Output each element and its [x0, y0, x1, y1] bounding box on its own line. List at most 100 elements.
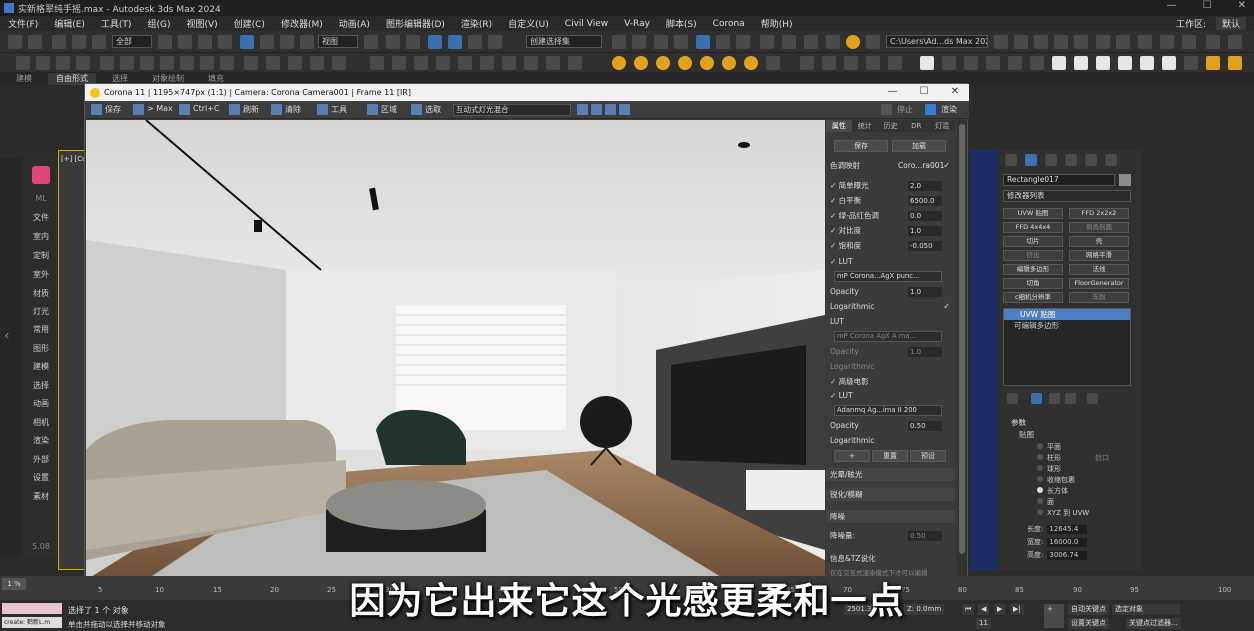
mapping-planar-radio[interactable]: 平面: [1037, 442, 1061, 452]
green-magenta-input[interactable]: 0.0: [908, 211, 942, 221]
contrast-label[interactable]: ✓ 对比度: [830, 226, 861, 235]
info-section[interactable]: 信息&TZ说化: [826, 552, 955, 565]
lut3-label[interactable]: ✓ LUT: [830, 391, 853, 400]
ffd-2x2x2-button[interactable]: FFD 2x2x2: [1069, 208, 1129, 219]
mirror-icon[interactable]: [612, 35, 626, 49]
length-input[interactable]: 12645.4: [1047, 525, 1088, 534]
slice-button[interactable]: 切片: [1003, 236, 1063, 247]
home-icon[interactable]: [1096, 56, 1110, 70]
save-preset-button[interactable]: 保存: [834, 140, 888, 152]
exposure-label[interactable]: ✓ 简单曝光: [830, 181, 869, 190]
arrow-icon[interactable]: [1030, 56, 1044, 70]
tool-j-icon[interactable]: [200, 56, 214, 70]
tools-icon[interactable]: [317, 104, 328, 115]
rect-selection-icon[interactable]: [198, 35, 212, 49]
project-folder-icon[interactable]: [994, 35, 1008, 49]
denoise-amount-input[interactable]: 0.50: [908, 531, 942, 541]
teapot-icon[interactable]: [822, 56, 836, 70]
percent-snap-icon[interactable]: [468, 35, 482, 49]
corona-camera-icon[interactable]: [766, 56, 780, 70]
close-icon[interactable]: ✕: [1238, 0, 1246, 11]
tool-w-icon[interactable]: [502, 56, 516, 70]
tool-k-icon[interactable]: [220, 56, 234, 70]
refresh-button[interactable]: 刷新: [243, 104, 259, 115]
film-label[interactable]: ✓ 高级电影: [830, 377, 869, 386]
pivot-icon[interactable]: [364, 35, 378, 49]
reference-coord-dropdown[interactable]: 视图: [318, 35, 358, 48]
save-icon[interactable]: [91, 104, 102, 115]
scrollbar-thumb[interactable]: [959, 124, 965, 554]
keyboard-shortcut-icon[interactable]: [406, 35, 420, 49]
hierarchy-tab-icon[interactable]: [1045, 154, 1057, 166]
sidebar-item-select[interactable]: 选择: [24, 380, 58, 391]
ribbon-toggle-icon[interactable]: [696, 35, 710, 49]
sidebar-item-common[interactable]: 常用: [24, 324, 58, 335]
menu-graph-editors[interactable]: 图形编辑器(D): [386, 17, 445, 30]
lut3-file-dropdown[interactable]: Adanmq Ag...ima II 200: [834, 405, 942, 416]
vray-material-icon[interactable]: [1228, 35, 1242, 49]
bind-spacewarp-icon[interactable]: [92, 35, 106, 49]
selection-filter-dropdown[interactable]: 全部: [112, 35, 152, 48]
shell-button[interactable]: 壳: [1069, 236, 1129, 247]
select-object-icon[interactable]: [158, 35, 172, 49]
display-tab-icon[interactable]: [1085, 154, 1097, 166]
stop-button[interactable]: 停止: [897, 104, 913, 115]
tab-history[interactable]: 历史: [878, 120, 904, 132]
sidebar-item-interior[interactable]: 室内: [24, 231, 58, 242]
tool-b-icon[interactable]: [36, 56, 50, 70]
tool-s-icon[interactable]: [414, 56, 428, 70]
sidebar-item-modeling[interactable]: 建模: [24, 361, 58, 372]
a360-icon[interactable]: [866, 35, 880, 49]
viewport-left[interactable]: [+] [Co: [58, 150, 86, 570]
sidebar-item-exterior[interactable]: 室外: [24, 269, 58, 280]
sidebar-item-render[interactable]: 渲染: [24, 435, 58, 446]
create-tab-icon[interactable]: [1005, 154, 1017, 166]
vray-mesh-icon[interactable]: [1160, 35, 1174, 49]
utilities-tab-icon[interactable]: [1105, 154, 1117, 166]
pin-stack-icon[interactable]: [1007, 393, 1018, 404]
render-cloud-icon[interactable]: [846, 35, 860, 49]
menu-customize[interactable]: 自定义(U): [508, 17, 549, 30]
sidebar-item-custom[interactable]: 定制: [24, 250, 58, 261]
ff-icon[interactable]: [1206, 56, 1220, 70]
vray-sun-icon[interactable]: [1182, 35, 1196, 49]
tool-i-icon[interactable]: [180, 56, 194, 70]
sphere-white-icon[interactable]: [920, 56, 934, 70]
zoom-fit-icon[interactable]: [605, 104, 616, 115]
floor-generator-button[interactable]: FloorGenerator: [1069, 278, 1129, 289]
menu-corona[interactable]: Corona: [713, 19, 745, 29]
corona-minimize-icon[interactable]: —: [888, 86, 898, 97]
lut1-file-dropdown[interactable]: mP Corona...AgX punc...: [834, 271, 942, 282]
menu-rendering[interactable]: 渲染(R): [461, 17, 492, 30]
rendered-frame-icon[interactable]: [804, 35, 818, 49]
select-by-name-icon[interactable]: [178, 35, 192, 49]
menu-group[interactable]: 组(G): [147, 17, 170, 30]
collapse-left-icon[interactable]: ‹: [4, 328, 10, 344]
show-end-result-icon[interactable]: [1031, 393, 1042, 404]
lut1-header[interactable]: ✓ LUT: [830, 256, 950, 268]
tab-stats[interactable]: 统计: [852, 120, 878, 132]
cap-checkbox[interactable]: 封口: [1095, 453, 1109, 463]
lathe-button[interactable]: 车削: [1069, 292, 1129, 303]
rotate-icon[interactable]: [260, 35, 274, 49]
normal-button[interactable]: 法线: [1069, 264, 1129, 275]
motion-tab-icon[interactable]: [1065, 154, 1077, 166]
stack-item-uvw-map[interactable]: UVW 贴图: [1004, 309, 1130, 320]
white-balance-label[interactable]: ✓ 白平衡: [830, 196, 861, 205]
tools-button[interactable]: 工具: [331, 104, 347, 115]
corona-scatter-icon[interactable]: [722, 56, 736, 70]
green-magenta-label[interactable]: ✓ 绿-品红色调: [830, 211, 879, 220]
bevel-profile-button[interactable]: 倒角剖面: [1069, 222, 1129, 233]
file-icon[interactable]: [1074, 56, 1088, 70]
box-icon[interactable]: [1162, 56, 1176, 70]
menu-create[interactable]: 创建(C): [234, 17, 265, 30]
sidebar-item-material[interactable]: 材质: [24, 288, 58, 299]
vray-proxy-icon[interactable]: [1096, 35, 1110, 49]
edit-poly-button[interactable]: 编辑多边形: [1003, 264, 1063, 275]
vray-frame-buffer-icon[interactable]: [1014, 35, 1028, 49]
preset-button[interactable]: 预设: [910, 450, 946, 462]
object-name-input[interactable]: Rectangle017: [1003, 174, 1115, 186]
render-icon[interactable]: [826, 35, 840, 49]
menu-file[interactable]: 文件(F): [8, 17, 38, 30]
tool-l-icon[interactable]: [244, 56, 258, 70]
